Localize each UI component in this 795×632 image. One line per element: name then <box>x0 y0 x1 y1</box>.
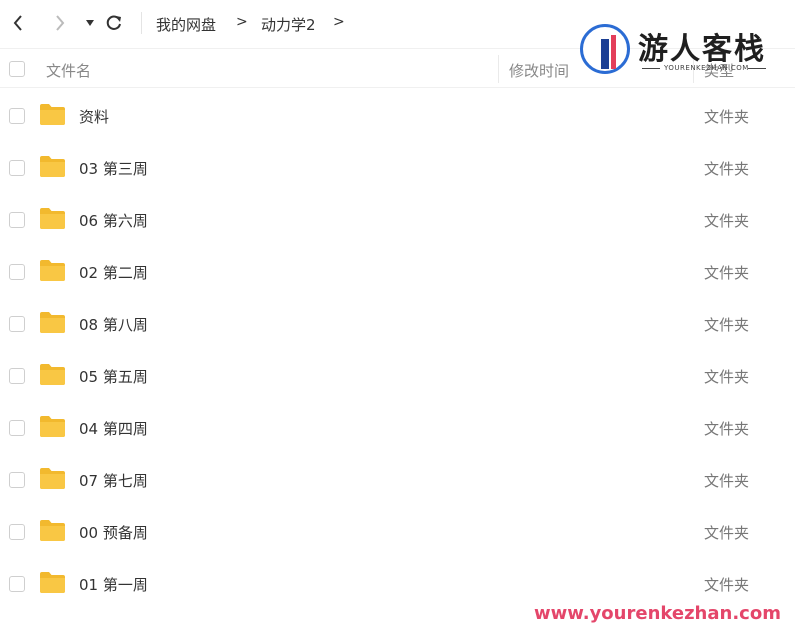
chevron-right-icon <box>56 15 65 31</box>
file-type: 文件夹 <box>704 524 750 542</box>
file-name: 05 第五周 <box>79 368 148 386</box>
refresh-icon <box>106 15 121 30</box>
file-type: 文件夹 <box>704 160 750 178</box>
breadcrumb-item-root[interactable]: 我的网盘 <box>156 14 216 35</box>
file-row[interactable]: 资料 文件夹 <box>0 90 795 142</box>
file-name: 资料 <box>79 108 110 126</box>
file-name: 08 第八周 <box>79 316 148 334</box>
breadcrumb-separator: > <box>333 14 345 30</box>
folder-icon <box>40 572 65 593</box>
logo-bar <box>611 35 616 69</box>
select-all-checkbox[interactable] <box>9 61 25 77</box>
row-checkbox[interactable] <box>9 420 25 436</box>
forward-button[interactable] <box>50 12 70 34</box>
file-name: 02 第二周 <box>79 264 148 282</box>
row-checkbox[interactable] <box>9 108 25 124</box>
file-row[interactable]: 08 第八周 文件夹 <box>0 298 795 350</box>
file-name: 01 第一周 <box>79 576 148 594</box>
file-name: 04 第四周 <box>79 420 148 438</box>
file-row[interactable]: 03 第三周 文件夹 <box>0 142 795 194</box>
column-header-name[interactable]: 文件名 <box>46 60 91 81</box>
logo-circle-icon <box>580 24 630 74</box>
watermark-title: 游人客栈 <box>638 32 766 67</box>
watermark-url: www.yourenkezhan.com <box>534 603 781 624</box>
file-row[interactable]: 04 第四周 文件夹 <box>0 402 795 454</box>
folder-icon <box>40 520 65 541</box>
folder-icon <box>40 312 65 333</box>
file-type: 文件夹 <box>704 212 750 230</box>
file-name: 07 第七周 <box>79 472 148 490</box>
file-type: 文件夹 <box>704 264 750 282</box>
watermark-logo: 游人客栈 YOURENKEZHAN.COM <box>578 22 778 82</box>
watermark-subtitle: YOURENKEZHAN.COM <box>664 64 749 72</box>
column-header-modified[interactable]: 修改时间 <box>509 60 569 81</box>
file-row[interactable]: 07 第七周 文件夹 <box>0 454 795 506</box>
watermark-rule <box>642 68 660 69</box>
row-checkbox[interactable] <box>9 472 25 488</box>
file-type: 文件夹 <box>704 368 750 386</box>
row-checkbox[interactable] <box>9 316 25 332</box>
file-type: 文件夹 <box>704 576 750 594</box>
folder-icon <box>40 208 65 229</box>
file-type: 文件夹 <box>704 108 750 126</box>
caret-down-icon <box>86 20 94 26</box>
folder-icon <box>40 104 65 125</box>
file-type: 文件夹 <box>704 316 750 334</box>
breadcrumb-separator: > <box>236 14 248 30</box>
folder-icon <box>40 260 65 281</box>
row-checkbox[interactable] <box>9 212 25 228</box>
watermark-rule <box>748 68 766 69</box>
row-checkbox[interactable] <box>9 160 25 176</box>
history-dropdown-button[interactable] <box>80 12 100 34</box>
row-checkbox[interactable] <box>9 264 25 280</box>
folder-icon <box>40 416 65 437</box>
chevron-left-icon <box>13 15 22 31</box>
file-name: 06 第六周 <box>79 212 148 230</box>
column-divider[interactable] <box>498 55 499 83</box>
file-row[interactable]: 06 第六周 文件夹 <box>0 194 795 246</box>
folder-icon <box>40 156 65 177</box>
file-name: 03 第三周 <box>79 160 148 178</box>
toolbar-divider <box>141 12 142 34</box>
back-button[interactable] <box>8 12 28 34</box>
row-checkbox[interactable] <box>9 576 25 592</box>
row-checkbox[interactable] <box>9 524 25 540</box>
file-row[interactable]: 05 第五周 文件夹 <box>0 350 795 402</box>
file-type: 文件夹 <box>704 472 750 490</box>
file-type: 文件夹 <box>704 420 750 438</box>
row-checkbox[interactable] <box>9 368 25 384</box>
file-row[interactable]: 02 第二周 文件夹 <box>0 246 795 298</box>
folder-icon <box>40 364 65 385</box>
file-name: 00 预备周 <box>79 524 148 542</box>
file-row[interactable]: 00 预备周 文件夹 <box>0 506 795 558</box>
logo-bar <box>601 39 609 69</box>
breadcrumb-item-current[interactable]: 动力学2 <box>261 14 316 35</box>
refresh-button[interactable] <box>104 12 124 34</box>
folder-icon <box>40 468 65 489</box>
